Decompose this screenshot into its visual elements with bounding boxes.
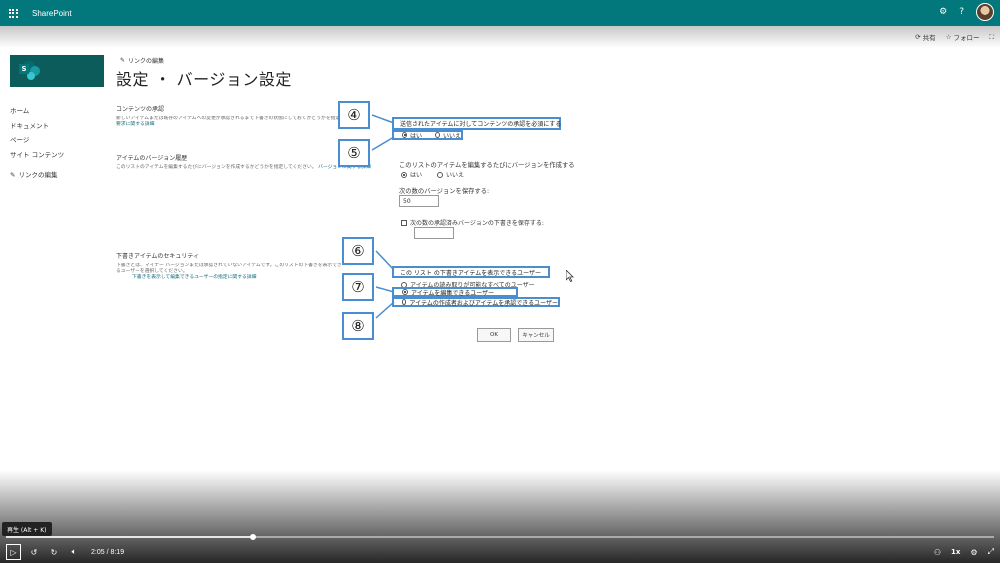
fullscreen-icon[interactable]: ⤢ — [988, 547, 994, 557]
connector-7 — [375, 286, 395, 293]
connector-4 — [371, 114, 395, 124]
progress-track[interactable] — [6, 534, 994, 540]
forward-10-icon[interactable]: ↻ — [47, 544, 61, 560]
cancel-button[interactable]: キャンセル — [518, 328, 554, 342]
connector-5 — [371, 136, 395, 151]
playback-speed[interactable]: 1x — [951, 548, 960, 556]
ok-button[interactable]: OK — [477, 328, 511, 342]
playback-time: 2:05 / 8:19 — [91, 548, 125, 556]
volume-icon[interactable]: 🔈︎ — [67, 544, 81, 560]
mouse-cursor-icon — [566, 270, 574, 282]
captions-people-icon[interactable]: ⚇ — [934, 548, 941, 557]
progress-fill — [6, 536, 253, 538]
progress-knob[interactable] — [250, 534, 256, 540]
play-button[interactable]: ▷ — [6, 544, 21, 560]
player-settings-icon[interactable]: ⚙ — [970, 548, 977, 557]
connector-6 — [375, 250, 395, 271]
connector-8 — [375, 301, 395, 319]
rewind-10-icon[interactable]: ↺ — [27, 544, 41, 560]
video-player-controls: ▷ ↺ ↻ 🔈︎ 2:05 / 8:19 ⚇ 1x ⚙ ⤢ — [0, 530, 1000, 563]
